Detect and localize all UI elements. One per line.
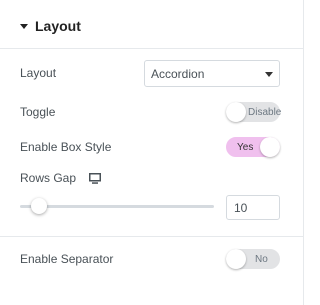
section-divider	[0, 236, 303, 237]
desktop-monitor-icon[interactable]	[89, 173, 101, 184]
switch-knob	[260, 137, 280, 157]
box-style-switch[interactable]: Yes	[226, 137, 280, 157]
layout-label: Layout	[20, 66, 57, 80]
rows-gap-label: Rows Gap	[20, 171, 77, 185]
chevron-down-icon	[265, 72, 273, 77]
layout-section-header[interactable]: Layout	[20, 18, 81, 34]
layout-select-value: Accordion	[151, 66, 205, 81]
separator-switch[interactable]: No	[226, 249, 280, 269]
switch-knob	[226, 249, 246, 269]
section-divider	[0, 48, 303, 49]
box-style-label: Enable Box Style	[20, 140, 112, 154]
switch-state-text: Disable	[248, 107, 282, 118]
switch-state-text: Yes	[237, 142, 254, 153]
slider-handle[interactable]	[31, 198, 48, 214]
settings-panel: Layout Layout Accordion Toggle Disable E…	[0, 0, 304, 305]
toggle-switch[interactable]: Disable	[226, 102, 282, 122]
section-title: Layout	[35, 18, 81, 34]
separator-label: Enable Separator	[20, 252, 114, 266]
caret-down-icon	[20, 24, 28, 29]
switch-state-text: No	[255, 254, 268, 265]
layout-select[interactable]: Accordion	[144, 60, 280, 87]
toggle-label: Toggle	[20, 105, 56, 119]
rows-gap-input[interactable]	[226, 195, 280, 220]
rows-gap-slider[interactable]	[20, 198, 214, 214]
switch-knob	[226, 102, 246, 122]
